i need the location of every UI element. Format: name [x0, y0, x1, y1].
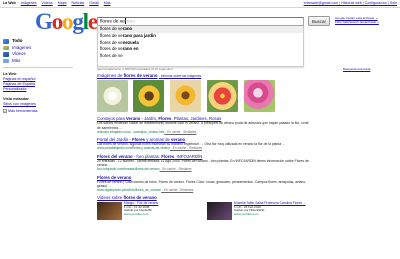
sidebar-item-videos[interactable]: Vídeos — [3, 51, 83, 58]
result-snippet: Los sabios recientan cuidar de mantenimi… — [97, 121, 309, 130]
video-url: www.youtube.com — [124, 212, 149, 217]
sidebar-item-images[interactable]: Imágenes — [3, 45, 83, 52]
video-result[interactable]: Mango - Flor de verano 1 min - 11 Jul 20… — [97, 201, 205, 226]
top-nav-gmail[interactable]: Gmail — [89, 1, 98, 5]
flower-thumbnail[interactable] — [244, 80, 275, 112]
search-result: Portal del Jardín - Flores y aromas de v… — [97, 137, 312, 151]
plus-icon: + — [3, 108, 7, 113]
video-thumbnail[interactable] — [97, 201, 122, 220]
search-ghost-completion: rano — [125, 19, 135, 25]
account-links[interactable]: brianweb@gmail.com | Historial web | Con… — [304, 0, 397, 7]
videos-icon — [3, 52, 9, 57]
search-typed-text: flores de ve — [100, 19, 125, 25]
result-url: www.digitalphoto.pl/es/foto/flores_de_ve… — [97, 188, 194, 193]
top-nav-maps[interactable]: Maps — [58, 1, 67, 5]
flower-thumbnail[interactable] — [207, 80, 238, 112]
video-results-header[interactable]: Vídeos sobre flores de verano — [97, 195, 312, 200]
more-tools-link[interactable]: + Más herramientas — [3, 108, 83, 115]
sidebar-divider — [3, 67, 73, 68]
sidebar-filter-link[interactable]: Sitios con imágenes — [3, 102, 83, 107]
google-logo[interactable]: Google — [35, 10, 98, 33]
sidebar-filter-link[interactable]: Personalizada — [3, 87, 83, 92]
more-icon — [3, 58, 9, 64]
flower-thumbnail[interactable] — [170, 80, 201, 112]
image-thumbnails — [97, 80, 312, 113]
top-nav-more[interactable]: Más — [104, 1, 111, 5]
cache-link[interactable]: - En caché - Similares — [161, 188, 193, 192]
video-result[interactable]: Museita Taller Salsa Profesora Carolina … — [207, 201, 315, 226]
sidebar-item-label: Más — [12, 57, 21, 63]
report-images-link[interactable]: - Informar sobre las imágenes — [159, 74, 201, 78]
top-nav-videos[interactable]: Vídeos — [42, 1, 53, 5]
image-results-link[interactable]: Imágenes de flores de verano — [97, 73, 158, 78]
sidebar-item-all[interactable]: Todo — [3, 38, 83, 45]
top-nav-web[interactable]: La Web — [3, 1, 16, 5]
video-thumbnail[interactable] — [207, 201, 232, 220]
top-nav-images[interactable]: Imágenes — [21, 1, 37, 5]
sidebar-item-label: Imágenes — [12, 44, 32, 50]
safesearch-link[interactable]: Filtro SafeSearch desactivado » — [335, 20, 379, 24]
cache-link[interactable]: - En caché - Similares — [170, 146, 202, 150]
top-nav-news[interactable]: Noticias — [72, 1, 85, 5]
video-results: Mango - Flor de verano 1 min - 11 Jul 20… — [97, 201, 315, 226]
advanced-search-link[interactable]: Búsqueda avanzada — [343, 67, 370, 71]
video-info: Mango - Flor de verano 1 min - 11 Jul 20… — [124, 201, 204, 217]
flower-thumbnail[interactable] — [133, 80, 164, 112]
video-info: Museita Taller Salsa Profesora Carolina … — [234, 201, 314, 217]
suggestion-item[interactable]: flores de verano para jardin — [98, 33, 303, 40]
image-results-header: Imágenes de flores de verano - Informar … — [97, 73, 312, 79]
suggestion-item[interactable]: flores de ve — [98, 53, 303, 60]
cache-link[interactable]: - En caché - Similares — [164, 130, 196, 134]
instant-settings: Google Instant está activado. » Filtro S… — [335, 16, 379, 24]
search-input[interactable]: flores de verano — [97, 17, 304, 26]
all-icon — [3, 39, 9, 44]
result-snippet: 25 entradas - 12 autores - Última entrad… — [97, 158, 309, 168]
search-result: Consejos para Verano - Jardín, Flores, P… — [97, 116, 312, 134]
result-url: articulos.infojardin.com/.../consejos_ve… — [97, 129, 197, 134]
top-divider — [0, 7, 400, 8]
top-bar: La Web Imágenes Vídeos Maps Noticias Gma… — [0, 0, 400, 7]
video-url: www.youtube.com — [234, 212, 259, 217]
sidebar-item-label: Vídeos — [12, 51, 26, 57]
autocomplete-dropdown: flores de verano flores de verano para j… — [97, 26, 304, 67]
cache-link[interactable]: - En caché - Similares — [160, 167, 191, 171]
suggestion-item[interactable]: flores de verano — [98, 26, 303, 33]
result-stats: Aproximadamente 4.180.000 resultados (0,… — [97, 67, 173, 71]
search-button[interactable]: Buscar — [308, 16, 330, 26]
sidebar-item-label: Todo — [12, 38, 23, 43]
search-result: Flores de verano Flores de verano | Cole… — [97, 175, 312, 193]
result-url: foro.infojardin.com/threads/flores-del-v… — [97, 167, 192, 172]
suggestion-item[interactable]: flores de verano en — [98, 46, 303, 53]
result-url: www.portaldeljardin.com/flores-y-aromas-… — [97, 146, 203, 151]
left-sidebar: Todo Imágenes Vídeos Más La Web Páginas … — [3, 38, 83, 114]
sidebar-item-more[interactable]: Más — [3, 58, 83, 65]
suggestion-item[interactable]: flores de venezuela — [98, 40, 303, 47]
result-snippet: Flores de verano | Colecciones de fotos.… — [97, 179, 307, 189]
results-list: Imágenes de flores de verano - Informar … — [97, 73, 312, 226]
flower-thumbnail[interactable] — [97, 80, 128, 112]
search-result: Flores del verano - foro plantas. Flores… — [97, 154, 312, 172]
images-icon — [3, 45, 9, 51]
top-nav: La Web Imágenes Vídeos Maps Noticias Gma… — [3, 0, 115, 7]
